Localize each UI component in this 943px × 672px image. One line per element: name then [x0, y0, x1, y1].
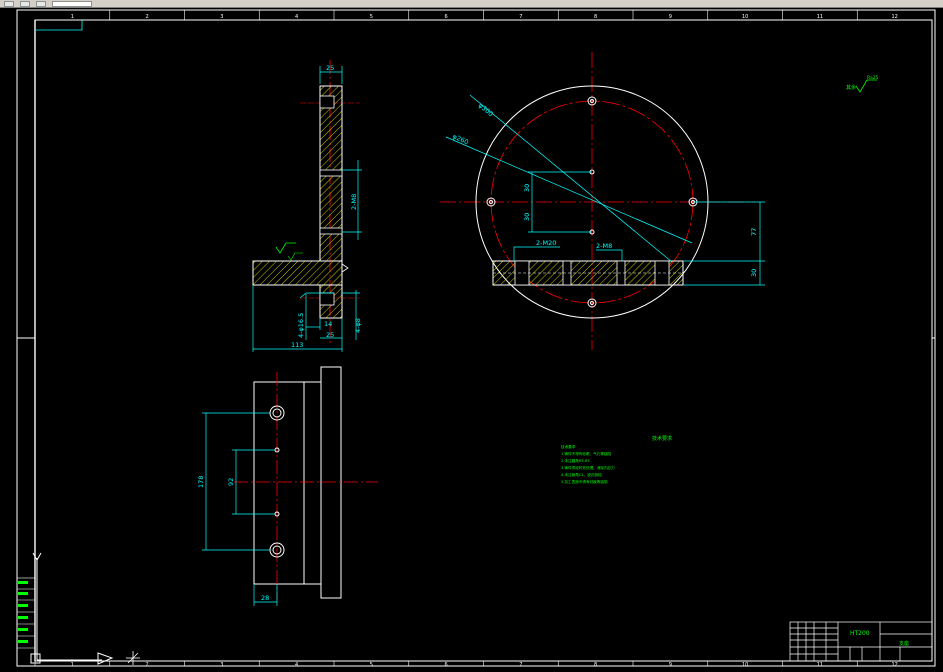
bottom-view: 178 92 28: [197, 366, 378, 606]
zone-label: 12: [891, 662, 897, 668]
roughness-value: Ra25: [867, 75, 879, 81]
zone-label: 8: [594, 662, 597, 668]
notes-line-2: 2.未注圆角R3-R5: [561, 458, 590, 463]
zone-label: 3: [220, 14, 223, 20]
zone-label: 11: [817, 662, 823, 668]
notes-line-3: 3.铸件须经时效处理，消除内应力: [561, 465, 615, 470]
zone-label: 11: [817, 14, 823, 20]
toolbar-button[interactable]: [20, 0, 30, 7]
ucs-icon: [30, 552, 114, 665]
zone-label: 7: [519, 14, 522, 20]
dim-inner-25: 25: [326, 331, 334, 339]
zone-label: 3: [220, 662, 223, 668]
revision-block: [16, 577, 36, 667]
roughness-symbol: 其余 Ra25: [846, 75, 879, 93]
dim-height-77: 77: [750, 228, 758, 236]
toolbar-button[interactable]: [36, 0, 46, 7]
crosshair-cursor: [126, 651, 140, 665]
zone-label: 10: [742, 662, 748, 668]
notes-line-5: 5.加工表面不得有划痕等缺陷: [561, 479, 608, 484]
zone-label: 1: [71, 662, 74, 668]
dim-gap-lower: 30: [523, 213, 531, 221]
frame-zone-markers-top: 1 2 3 4 5 6 7 8 9 10 11 12: [71, 10, 898, 20]
title-block-part-name: 支座: [899, 640, 909, 647]
dim-inner-14: 14: [324, 320, 332, 328]
zone-label: 5: [370, 14, 373, 20]
zone-label: 9: [669, 14, 672, 20]
zone-label: 4: [295, 14, 298, 20]
dim-top-width: 25: [326, 64, 334, 72]
layer-dropdown[interactable]: [52, 0, 92, 7]
dim-span-92: 92: [227, 478, 235, 486]
toolbar-strip: [0, 0, 943, 8]
zone-label: 2: [146, 662, 149, 668]
title-block-material: HT200: [850, 630, 870, 637]
dim-diameter-outer: φ300: [477, 101, 495, 118]
title-block: [789, 621, 933, 662]
notes-title: 技术要求: [652, 435, 672, 442]
toolbar-button[interactable]: [4, 0, 14, 7]
notes-heading: 技术要求: [561, 444, 576, 449]
zone-label: 6: [445, 14, 448, 20]
dim-thread-m20: 2-M20: [536, 239, 556, 247]
drawing-canvas[interactable]: 1 2 3 4 5 6 7 8 9 10 11 12 1 2 3 4 5 6 7 8 9 10 11 12: [0, 8, 943, 672]
zone-label: 12: [891, 14, 897, 20]
dim-thread-upper: 2-M8: [350, 194, 358, 210]
dim-width-28: 28: [261, 594, 269, 602]
dim-span-178: 178: [197, 476, 205, 488]
dim-hole-dia: 4-φ16.5: [297, 313, 305, 338]
zone-label: 5: [370, 662, 373, 668]
zone-label: 6: [445, 662, 448, 668]
notes-line-1: 1.铸件不得有砂眼、气孔等缺陷: [561, 451, 612, 456]
dim-flange-length: 113: [291, 341, 303, 349]
dim-thread-m8: 2-M8: [596, 242, 612, 250]
frame-zone-markers-bottom: 1 2 3 4 5 6 7 8 9 10 11 12: [71, 661, 898, 668]
notes-line-4: 4.未注倒角C1，锐边倒钝: [561, 472, 602, 477]
drawing-frame: [16, 9, 936, 667]
dim-height-30: 30: [750, 269, 758, 277]
zone-label: 10: [742, 14, 748, 20]
zone-label: 7: [519, 662, 522, 668]
dim-gap-upper: 30: [523, 184, 531, 192]
dim-diameter-pcd: φ260: [451, 132, 470, 146]
zone-label: 8: [594, 14, 597, 20]
zone-label: 9: [669, 662, 672, 668]
plan-view: φ300 φ260 30 30 2-M20 2-M8 77 30: [440, 52, 765, 350]
section-view: 25 2-M8 113 4-φ16.5 14 25 4-φ8: [252, 60, 362, 352]
zone-label: 1: [71, 14, 74, 20]
zone-label: 2: [146, 14, 149, 20]
technical-notes: 技术要求 技术要求 1.铸件不得有砂眼、气孔等缺陷 2.未注圆角R3-R5 3.…: [561, 435, 672, 484]
zone-label: 4: [295, 662, 298, 668]
roughness-prefix: 其余: [846, 84, 856, 91]
dim-thread-lower: 4-φ8: [354, 318, 362, 333]
